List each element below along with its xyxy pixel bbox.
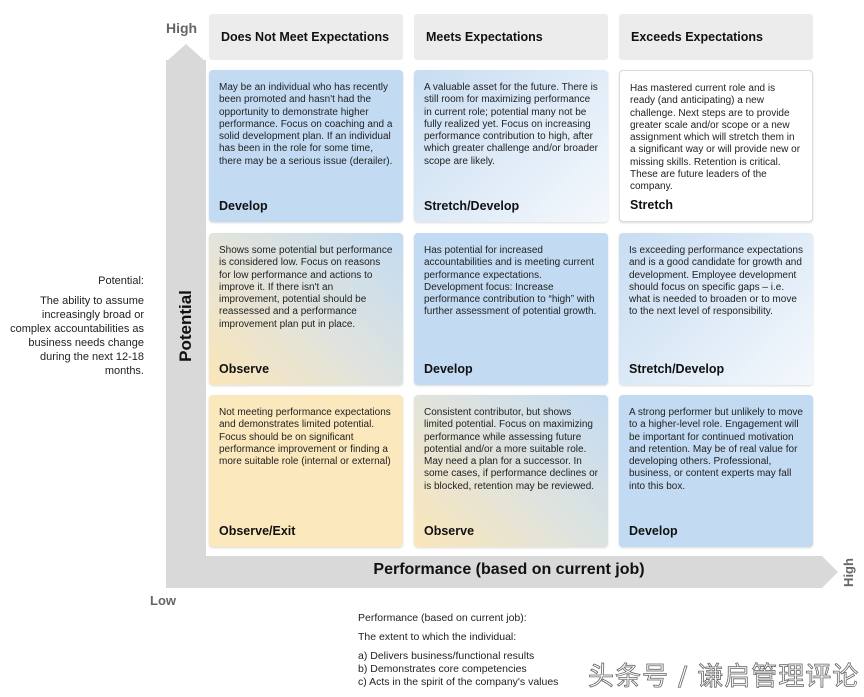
- cell-action-label: Stretch: [630, 198, 674, 212]
- grid-cell-high-potential-high-performance: Has mastered current role and is ready (…: [619, 70, 813, 222]
- grid-cell-mid-potential-low-performance: Shows some potential but performance is …: [209, 233, 403, 385]
- performance-high-label-text: High: [840, 557, 856, 587]
- cell-description: May be an individual who has recently be…: [219, 82, 393, 167]
- cell-action-label: Observe/Exit: [219, 524, 296, 538]
- cell-action-label: Develop: [424, 362, 473, 376]
- grid-cell-mid-potential-mid-performance: Has potential for increased accountabili…: [414, 233, 608, 385]
- cell-action-label: Stretch/Develop: [424, 199, 520, 213]
- potential-high-label: High: [166, 20, 198, 36]
- column-header-meets: Meets Expectations: [414, 14, 608, 60]
- grid-cell-mid-potential-high-performance: Is exceeding performance expectations an…: [619, 233, 813, 385]
- grid-cell-high-potential-mid-performance: A valuable asset for the future. There i…: [414, 70, 608, 222]
- cell-action-label: Develop: [629, 524, 678, 538]
- performance-definition-list: a) Delivers business/functional results …: [358, 650, 558, 689]
- cell-description: Not meeting performance expectations and…: [219, 407, 391, 468]
- cell-description: Is exceeding performance expectations an…: [629, 245, 803, 318]
- low-label: Low: [150, 593, 176, 608]
- potential-axis-label: Potential: [160, 290, 212, 362]
- potential-definition-body: The ability to assume increasingly broad…: [10, 295, 144, 377]
- grid-cell-low-potential-mid-performance: Consistent contributor, but shows limite…: [414, 395, 608, 547]
- performance-definition-item: b) Demonstrates core competencies: [358, 663, 527, 675]
- performance-definition: Performance (based on current job): The …: [358, 612, 558, 689]
- cell-description: A valuable asset for the future. There i…: [424, 82, 598, 167]
- watermark: 头条号 / 谦启管理评论: [588, 662, 860, 693]
- cell-action-label: Stretch/Develop: [629, 362, 725, 376]
- grid-cell-low-potential-high-performance: A strong performer but unlikely to move …: [619, 395, 813, 547]
- performance-definition-item: a) Delivers business/functional results: [358, 650, 535, 662]
- performance-axis-arrowhead: [822, 556, 838, 588]
- cell-action-label: Observe: [424, 524, 475, 538]
- potential-definition: Potential: The ability to assume increas…: [8, 274, 144, 378]
- grid-cell-low-potential-low-performance: Not meeting performance expectations and…: [209, 395, 403, 547]
- column-header-exceeds: Exceeds Expectations: [619, 14, 813, 60]
- grid-cell-high-potential-low-performance: May be an individual who has recently be…: [209, 70, 403, 222]
- cell-description: Has mastered current role and is ready (…: [630, 83, 801, 193]
- cell-action-label: Observe: [219, 362, 270, 376]
- potential-definition-title: Potential:: [98, 275, 144, 287]
- performance-definition-intro: The extent to which the individual:: [358, 631, 517, 643]
- performance-high-label: High: [838, 556, 858, 588]
- cell-description: Has potential for increased accountabili…: [424, 245, 597, 318]
- cell-description: Consistent contributor, but shows limite…: [424, 407, 598, 492]
- performance-definition-title: Performance (based on current job):: [358, 612, 527, 624]
- performance-definition-item: c) Acts in the spirit of the company's v…: [358, 676, 559, 688]
- potential-axis-label-text: Potential: [176, 290, 196, 362]
- performance-axis-label: Performance (based on current job): [373, 561, 645, 578]
- cell-action-label: Develop: [219, 199, 268, 213]
- cell-description: A strong performer but unlikely to move …: [629, 407, 803, 492]
- cell-description: Shows some potential but performance is …: [219, 245, 393, 330]
- column-header-does-not-meet: Does Not Meet Expectations: [209, 14, 403, 60]
